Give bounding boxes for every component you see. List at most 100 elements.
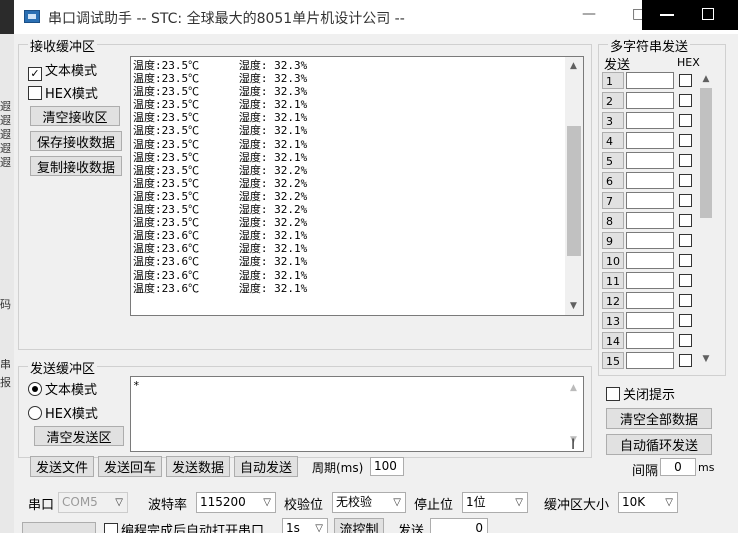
checkbox-box[interactable]	[104, 523, 118, 533]
multi-send-row-button[interactable]: 9	[602, 232, 624, 249]
receive-text-mode-checkbox[interactable]: ✓ 文本模式	[28, 60, 97, 81]
multi-send-row-button[interactable]: 13	[602, 312, 624, 329]
scroll-up-icon[interactable]: ▲	[565, 61, 582, 71]
buffer-size-select[interactable]: 10K ▽	[618, 492, 678, 513]
multi-send-row-button[interactable]: 4	[602, 132, 624, 149]
scroll-up-icon[interactable]: ▲	[698, 74, 714, 84]
send-hex-mode-radio[interactable]: HEX模式	[28, 403, 98, 422]
multi-send-row-input[interactable]	[626, 252, 674, 269]
stop-bits-select[interactable]: 1位 ▽	[462, 492, 528, 513]
multi-send-row-button[interactable]: 6	[602, 172, 624, 189]
timeout-select[interactable]: 1s ▽	[282, 518, 328, 533]
multi-send-row-hex-checkbox[interactable]	[679, 294, 692, 307]
stop-bits-label: 停止位	[414, 498, 454, 513]
multi-send-row-input[interactable]	[626, 292, 674, 309]
radio-dot[interactable]	[28, 382, 42, 396]
multi-send-row-hex-checkbox[interactable]	[679, 214, 692, 227]
send-return-button[interactable]: 发送回车	[98, 456, 162, 477]
multi-send-row-hex-checkbox[interactable]	[679, 134, 692, 147]
radio-dot[interactable]	[28, 406, 42, 420]
multi-send-row-hex-checkbox[interactable]	[679, 354, 692, 367]
receive-line: 温度:23.5℃ 湿度: 32.1%	[133, 150, 308, 164]
receive-scrollbar[interactable]: ▲ ▼	[565, 57, 583, 315]
multi-send-row-input[interactable]	[626, 312, 674, 329]
send-file-button[interactable]: 发送文件	[30, 456, 94, 477]
multi-send-row-input[interactable]	[626, 72, 674, 89]
multi-send-row-input[interactable]	[626, 332, 674, 349]
multi-send-row-button[interactable]: 2	[602, 92, 624, 109]
port-label: 串口	[28, 498, 55, 513]
interval-input[interactable]: 0	[660, 458, 696, 476]
multi-send-row-input[interactable]	[626, 172, 674, 189]
clear-receive-button[interactable]: 清空接收区	[30, 106, 120, 126]
save-receive-button[interactable]: 保存接收数据	[30, 131, 122, 151]
receive-textarea[interactable]: 温度:23.5℃ 湿度: 32.3% 温度:23.5℃ 湿度: 32.3% 温度:2…	[130, 56, 584, 316]
multi-send-row-button[interactable]: 5	[602, 152, 624, 169]
open-port-button[interactable]	[22, 522, 96, 533]
overlay-minimize-icon[interactable]	[660, 14, 674, 16]
multi-send-scrollbar[interactable]: ▲ ▼	[698, 72, 714, 368]
overlay-maximize-icon[interactable]	[702, 8, 714, 20]
multi-send-row-hex-checkbox[interactable]	[679, 74, 692, 87]
clear-send-button[interactable]: 清空发送区	[34, 426, 124, 446]
scroll-up-icon[interactable]: ▲	[565, 383, 582, 393]
copy-receive-button[interactable]: 复制接收数据	[30, 156, 122, 176]
multi-send-row-input[interactable]	[626, 352, 674, 369]
checkbox-box[interactable]	[606, 387, 620, 401]
multi-send-row-hex-checkbox[interactable]	[679, 234, 692, 247]
scroll-thumb[interactable]	[700, 88, 712, 218]
checkbox-box[interactable]: ✓	[28, 67, 42, 81]
close-tip-checkbox[interactable]: 关闭提示	[606, 384, 675, 403]
multi-send-row-button[interactable]: 11	[602, 272, 624, 289]
multi-send-row-hex-checkbox[interactable]	[679, 114, 692, 127]
receive-group-title: 接收缓冲区	[28, 36, 98, 55]
multi-send-row-input[interactable]	[626, 232, 674, 249]
multi-send-row-hex-checkbox[interactable]	[679, 274, 692, 287]
multi-send-row-button[interactable]: 14	[602, 332, 624, 349]
multi-send-row-input[interactable]	[626, 132, 674, 149]
multi-send-row-button[interactable]: 15	[602, 352, 624, 369]
baud-select[interactable]: 115200 ▽	[196, 492, 276, 513]
send-data-button[interactable]: 发送数据	[166, 456, 230, 477]
minimize-button[interactable]: —	[574, 6, 604, 26]
receive-line: 温度:23.5℃ 湿度: 32.2%	[133, 163, 308, 177]
multi-send-row-hex-checkbox[interactable]	[679, 314, 692, 327]
multi-send-row-input[interactable]	[626, 212, 674, 229]
multi-send-row-button[interactable]: 12	[602, 292, 624, 309]
flow-control-button[interactable]: 流控制	[334, 518, 384, 533]
multi-send-row-input[interactable]	[626, 92, 674, 109]
multi-send-row-button[interactable]: 8	[602, 212, 624, 229]
scroll-down-icon[interactable]: ▼	[565, 301, 582, 311]
multi-send-row-hex-checkbox[interactable]	[679, 174, 692, 187]
multi-send-row-input[interactable]	[626, 112, 674, 129]
multi-send-row-input[interactable]	[626, 152, 674, 169]
multi-send-row-input[interactable]	[626, 272, 674, 289]
multi-send-row-button[interactable]: 7	[602, 192, 624, 209]
auto-open-checkbox[interactable]: 编程完成后自动打开串口	[104, 520, 264, 533]
receive-line: 温度:23.5℃ 湿度: 32.2%	[133, 216, 308, 230]
auto-loop-send-button[interactable]: 自动循环发送	[606, 434, 712, 455]
period-input[interactable]: 100	[370, 457, 404, 476]
port-select[interactable]: COM5 ▽	[58, 492, 128, 513]
multi-send-row-hex-checkbox[interactable]	[679, 334, 692, 347]
multi-send-row-button[interactable]: 10	[602, 252, 624, 269]
auto-send-button[interactable]: 自动发送	[234, 456, 298, 477]
receive-line: 温度:23.5℃ 湿度: 32.1%	[133, 124, 308, 138]
send-textarea[interactable]: * ▲ ▼ I	[130, 376, 584, 452]
send-group-title: 发送缓冲区	[28, 358, 98, 377]
scroll-thumb[interactable]	[567, 126, 581, 256]
multi-send-row-input[interactable]	[626, 192, 674, 209]
multi-send-row-hex-checkbox[interactable]	[679, 254, 692, 267]
checkbox-box[interactable]	[28, 86, 42, 100]
multi-send-row-button[interactable]: 1	[602, 72, 624, 89]
receive-hex-mode-checkbox[interactable]: HEX模式	[28, 83, 98, 102]
multi-send-row-hex-checkbox[interactable]	[679, 154, 692, 167]
multi-send-row-button[interactable]: 3	[602, 112, 624, 129]
scroll-down-icon[interactable]: ▼	[698, 354, 714, 364]
send-text-mode-radio[interactable]: 文本模式	[28, 379, 97, 398]
parity-select[interactable]: 无校验 ▽	[332, 492, 406, 513]
multi-send-row-hex-checkbox[interactable]	[679, 94, 692, 107]
multi-send-row-hex-checkbox[interactable]	[679, 194, 692, 207]
clear-all-button[interactable]: 清空全部数据	[606, 408, 712, 429]
receive-line: 温度:23.5℃ 湿度: 32.1%	[133, 137, 308, 151]
